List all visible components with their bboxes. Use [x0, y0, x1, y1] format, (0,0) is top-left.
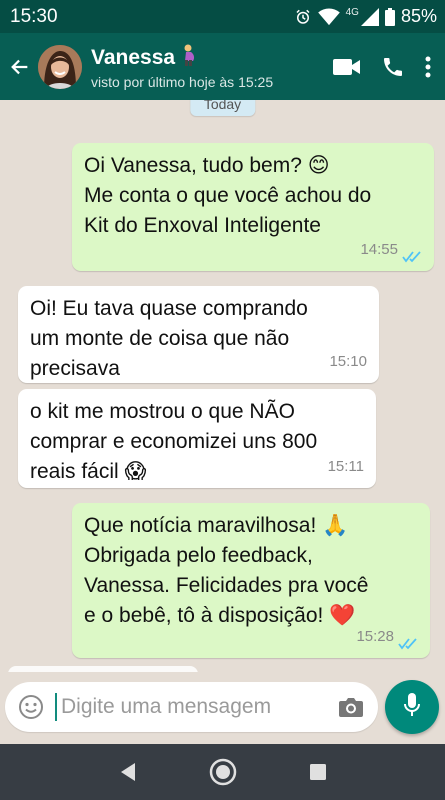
message-bubble-outgoing[interactable]: Oi Vanessa, tudo bem? 😊 Me conta o que v… [72, 143, 434, 271]
message-bubble-outgoing[interactable]: Que notícia maravilhosa! 🙏 Obrigada pelo… [72, 503, 430, 658]
message-text: o kit me mostrou o que NÃO comprar e eco… [30, 400, 318, 483]
nav-recents-icon[interactable] [300, 754, 336, 790]
more-vert-icon[interactable] [425, 56, 431, 78]
contact-info[interactable]: Vanessa visto por último hoje às 15:25 [91, 44, 333, 90]
mic-icon [403, 692, 421, 723]
contact-name-row: Vanessa [91, 44, 333, 72]
message-meta: 15:10 [329, 347, 367, 377]
alarm-icon [294, 8, 312, 26]
message-text: Oi! Eu tava quase comprando um monte de … [30, 297, 308, 380]
battery-percent: 85% [400, 6, 437, 26]
nav-back-icon[interactable] [110, 754, 146, 790]
back-arrow-icon[interactable] [2, 33, 38, 100]
composer-pill [5, 682, 378, 732]
status-icons: 4G 85% [294, 6, 437, 27]
message-meta: 15:11 [328, 452, 364, 482]
video-call-icon[interactable] [333, 57, 361, 77]
read-ticks-icon [398, 631, 418, 650]
signal-icon [360, 7, 379, 26]
read-ticks-icon [402, 244, 422, 263]
message-bubble-incoming[interactable]: o kit me mostrou o que NÃO comprar e eco… [18, 389, 376, 488]
message-input[interactable] [55, 693, 336, 721]
status-time: 15:30 [10, 5, 58, 27]
last-seen: visto por último hoje às 15:25 [91, 73, 274, 90]
chat-area[interactable]: Today Oi Vanessa, tudo bem? 😊 Me conta o… [0, 100, 445, 680]
status-bar: 15:30 4G 85% [0, 0, 445, 33]
pregnant-woman-emoji [181, 44, 197, 72]
composer-bar [0, 672, 445, 744]
message-text: Que notícia maravilhosa! 🙏 Obrigada pelo… [84, 514, 369, 627]
chat-header: Vanessa visto por último hoje às 15:25 [0, 33, 445, 100]
date-chip: Today [189, 100, 256, 116]
header-actions [333, 55, 431, 79]
avatar[interactable] [38, 44, 82, 89]
message-meta: 14:55 [360, 235, 422, 265]
camera-icon[interactable] [336, 692, 366, 722]
network-type: 4G [345, 7, 359, 18]
wifi-icon [317, 7, 340, 26]
contact-name: Vanessa [91, 45, 176, 69]
message-text: Oi Vanessa, tudo bem? 😊 Me conta o que v… [84, 154, 372, 237]
battery-icon [384, 7, 395, 26]
nav-home-icon[interactable] [205, 754, 241, 790]
phone-icon[interactable] [381, 55, 405, 79]
message-time: 14:55 [360, 241, 398, 258]
mic-button[interactable] [385, 680, 439, 734]
system-nav-bar [0, 744, 445, 800]
message-time: 15:11 [327, 458, 364, 475]
emoji-icon[interactable] [17, 693, 45, 721]
message-time: 15:28 [356, 628, 394, 645]
message-time: 15:10 [329, 353, 367, 370]
message-meta: 15:28 [356, 622, 418, 652]
message-bubble-incoming[interactable]: Oi! Eu tava quase comprando um monte de … [18, 286, 379, 383]
